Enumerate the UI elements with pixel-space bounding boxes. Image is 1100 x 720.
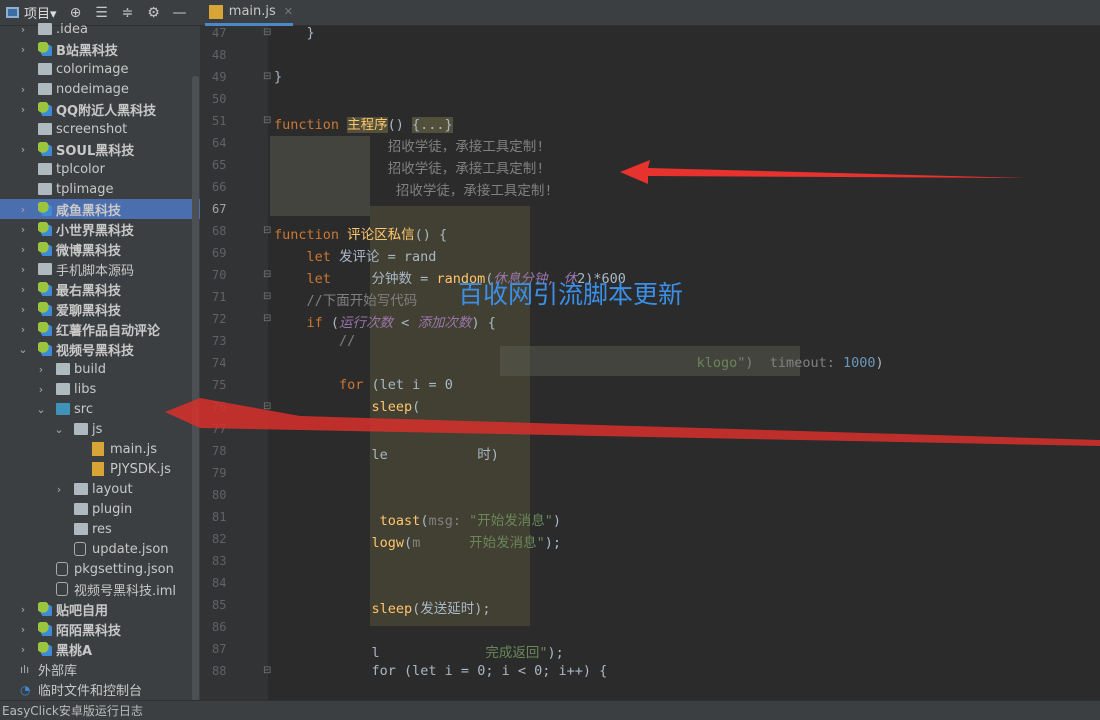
red-arrow-middle (165, 398, 1100, 446)
status-text[interactable]: EasyClick安卓版运行日志 (2, 702, 143, 719)
watermark-text: 百收网引流脚本更新 (458, 280, 684, 309)
annotation-arrows (165, 160, 1100, 446)
red-arrow-top (620, 160, 1025, 184)
status-bar: EasyClick安卓版运行日志 (0, 700, 1100, 720)
